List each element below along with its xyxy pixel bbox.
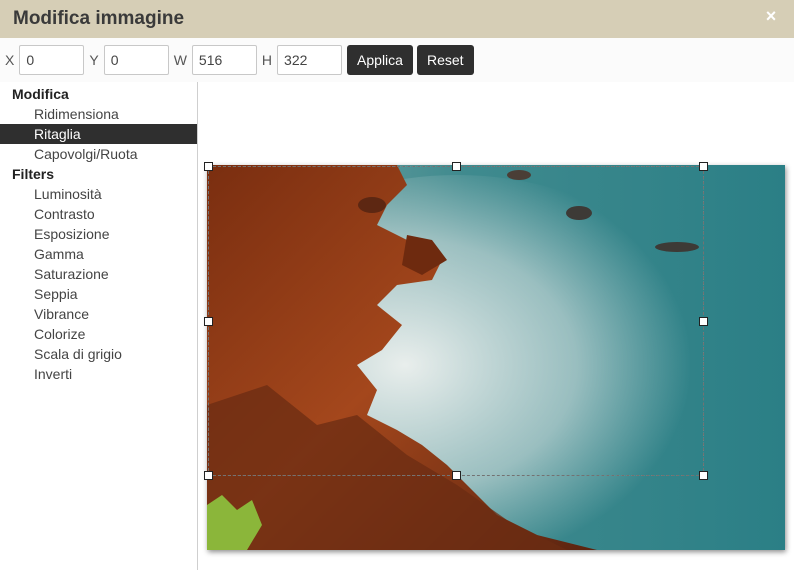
sidebar-item-ritaglia[interactable]: Ritaglia [0, 124, 197, 144]
sidebar-item-saturazione[interactable]: Saturazione [0, 264, 197, 284]
sidebar-item-ridimensiona[interactable]: Ridimensiona [0, 104, 197, 124]
close-icon[interactable]: × [762, 7, 780, 25]
image-canvas [199, 82, 794, 570]
section-title-modifica: Modifica [12, 86, 69, 102]
sidebar-item-inverti[interactable]: Inverti [0, 364, 197, 384]
tools-sidebar: Modifica Ridimensiona Ritaglia Capovolgi… [0, 82, 198, 570]
sidebar-item-capovolgi-ruota[interactable]: Capovolgi/Ruota [0, 144, 197, 164]
width-input[interactable] [191, 45, 257, 75]
crop-handle-bottom-right[interactable] [699, 471, 708, 480]
apply-button[interactable]: Applica [347, 45, 413, 75]
reset-button[interactable]: Reset [416, 45, 474, 75]
y-input[interactable] [103, 45, 169, 75]
sidebar-item-vibrance[interactable]: Vibrance [0, 304, 197, 324]
crop-toolbar: X Y W H Applica Reset [0, 38, 794, 82]
sidebar-item-colorize[interactable]: Colorize [0, 324, 197, 344]
crop-handle-right[interactable] [699, 317, 708, 326]
x-label: X [5, 52, 15, 68]
sidebar-item-gamma[interactable]: Gamma [0, 244, 197, 264]
sidebar-item-scala-di-grigio[interactable]: Scala di grigio [0, 344, 197, 364]
crop-handle-top-left[interactable] [204, 162, 213, 171]
crop-handle-top[interactable] [452, 162, 461, 171]
crop-handle-top-right[interactable] [699, 162, 708, 171]
sidebar-item-luminosita[interactable]: Luminosità [0, 184, 197, 204]
section-title-filters: Filters [12, 166, 55, 182]
h-label: H [261, 52, 273, 68]
height-input[interactable] [277, 45, 343, 75]
crop-handle-bottom[interactable] [452, 471, 461, 480]
crop-handle-left[interactable] [204, 317, 213, 326]
x-input[interactable] [19, 45, 85, 75]
dialog-title: Modifica immagine [13, 8, 185, 29]
sidebar-item-seppia[interactable]: Seppia [0, 284, 197, 304]
crop-selection[interactable] [204, 162, 708, 480]
sidebar-item-contrasto[interactable]: Contrasto [0, 204, 197, 224]
y-label: Y [89, 52, 99, 68]
w-label: W [173, 52, 187, 68]
crop-handle-bottom-left[interactable] [204, 471, 213, 480]
sidebar-item-esposizione[interactable]: Esposizione [0, 224, 197, 244]
dialog-titlebar: Modifica immagine × [0, 0, 794, 38]
